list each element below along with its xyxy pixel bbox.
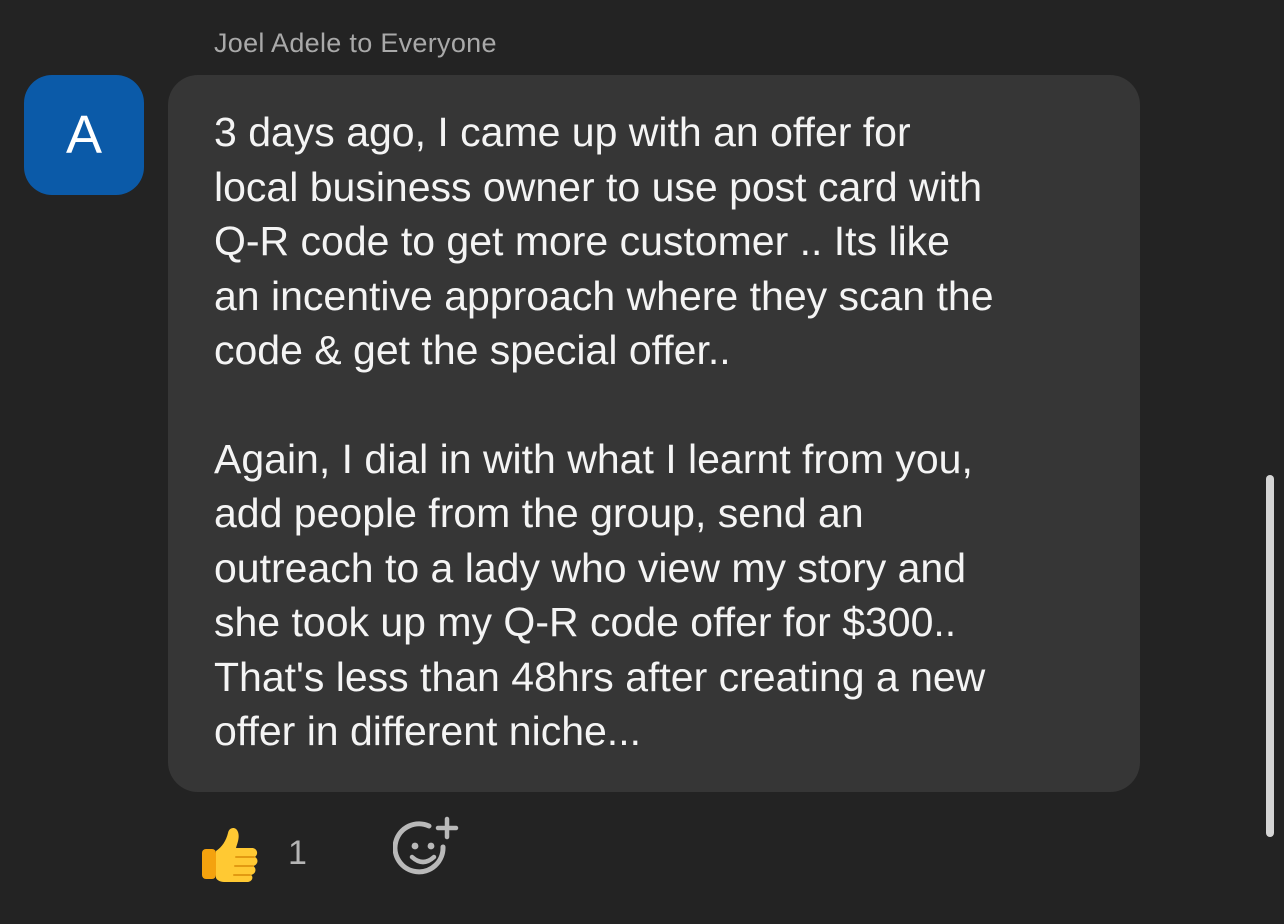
reaction-count: 1: [288, 833, 307, 872]
avatar-initial: A: [65, 105, 103, 165]
thumbs-up-icon[interactable]: [198, 821, 262, 885]
reaction-bar: 1: [198, 818, 307, 888]
message-bubble[interactable]: 3 days ago, I came up with an offer for …: [168, 75, 1140, 792]
add-reaction-icon[interactable]: [393, 815, 459, 881]
message-paragraph: Again, I dial in with what I learnt from…: [214, 435, 986, 755]
sender-label: Joel Adele to Everyone: [214, 28, 497, 58]
message-paragraph: 3 days ago, I came up with an offer for …: [214, 109, 994, 373]
scrollbar-thumb[interactable]: [1266, 475, 1274, 837]
avatar[interactable]: A: [24, 75, 144, 195]
